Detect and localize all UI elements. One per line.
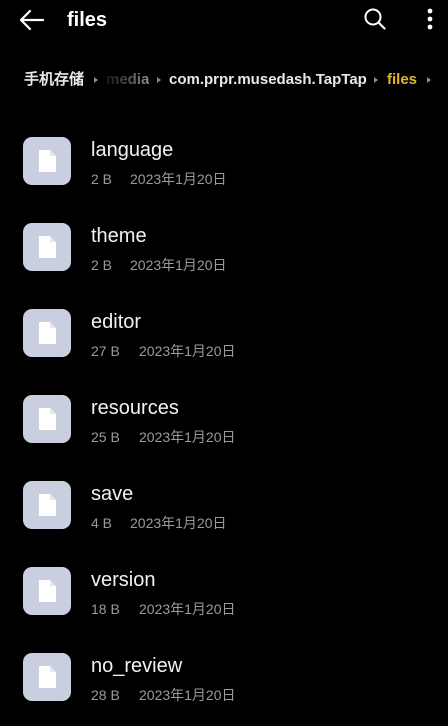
file-size: 27 B <box>91 343 120 359</box>
list-item[interactable]: editor 27 B 2023年1月20日 <box>0 290 448 376</box>
chevron-right-icon <box>374 77 378 83</box>
list-item[interactable]: no_review 28 B 2023年1月20日 <box>0 634 448 720</box>
file-name: version <box>91 569 156 591</box>
breadcrumb-item-files[interactable]: files <box>387 70 417 90</box>
file-icon-tile <box>23 567 71 615</box>
file-date: 2023年1月20日 <box>139 429 236 445</box>
file-name: theme <box>91 225 147 247</box>
document-icon <box>39 494 56 516</box>
document-icon <box>39 666 56 688</box>
file-icon-tile <box>23 481 71 529</box>
file-size: 25 B <box>91 429 120 445</box>
document-icon <box>39 408 56 430</box>
file-name: no_review <box>91 655 183 677</box>
breadcrumb-item-phone-storage[interactable]: 手机存储 <box>24 70 84 90</box>
back-button[interactable] <box>16 4 48 36</box>
document-icon <box>39 580 56 602</box>
file-icon-tile <box>23 137 71 185</box>
list-item[interactable]: theme 2 B 2023年1月20日 <box>0 204 448 290</box>
file-date: 2023年1月20日 <box>130 515 227 531</box>
file-size: 2 B <box>91 171 113 187</box>
breadcrumb: 手机存储 media com.prpr.musedash.TapTap file… <box>0 64 448 96</box>
list-item[interactable]: language 2 B 2023年1月20日 <box>0 118 448 204</box>
file-name: resources <box>91 397 179 419</box>
document-icon <box>39 150 56 172</box>
file-icon-tile <box>23 395 71 443</box>
chevron-right-icon <box>94 77 98 83</box>
file-date: 2023年1月20日 <box>139 687 236 703</box>
file-name: save <box>91 483 134 505</box>
search-button[interactable] <box>360 4 390 34</box>
file-icon-tile <box>23 653 71 701</box>
file-size: 18 B <box>91 601 120 617</box>
list-item[interactable]: resources 25 B 2023年1月20日 <box>0 376 448 462</box>
file-date: 2023年1月20日 <box>139 601 236 617</box>
breadcrumb-item-package[interactable]: com.prpr.musedash.TapTap <box>169 70 367 90</box>
document-icon <box>39 236 56 258</box>
file-date: 2023年1月20日 <box>130 257 227 273</box>
list-item[interactable]: save 4 B 2023年1月20日 <box>0 462 448 548</box>
file-date: 2023年1月20日 <box>139 343 236 359</box>
document-icon <box>39 322 56 344</box>
file-name: language <box>91 139 174 161</box>
breadcrumb-item-media[interactable]: media <box>106 70 149 90</box>
file-size: 2 B <box>91 257 113 273</box>
more-vertical-icon <box>427 8 433 30</box>
file-size: 28 B <box>91 687 120 703</box>
more-options-button[interactable] <box>418 4 442 34</box>
file-icon-tile <box>23 223 71 271</box>
search-icon <box>364 8 386 30</box>
file-size: 4 B <box>91 515 113 531</box>
file-icon-tile <box>23 309 71 357</box>
file-name: editor <box>91 311 142 333</box>
top-app-bar: files <box>0 0 448 40</box>
list-item[interactable]: version 18 B 2023年1月20日 <box>0 548 448 634</box>
chevron-right-icon <box>427 77 431 83</box>
arrow-left-icon <box>19 9 45 31</box>
page-title: files <box>67 9 108 31</box>
chevron-right-icon <box>157 77 161 83</box>
file-date: 2023年1月20日 <box>130 171 227 187</box>
